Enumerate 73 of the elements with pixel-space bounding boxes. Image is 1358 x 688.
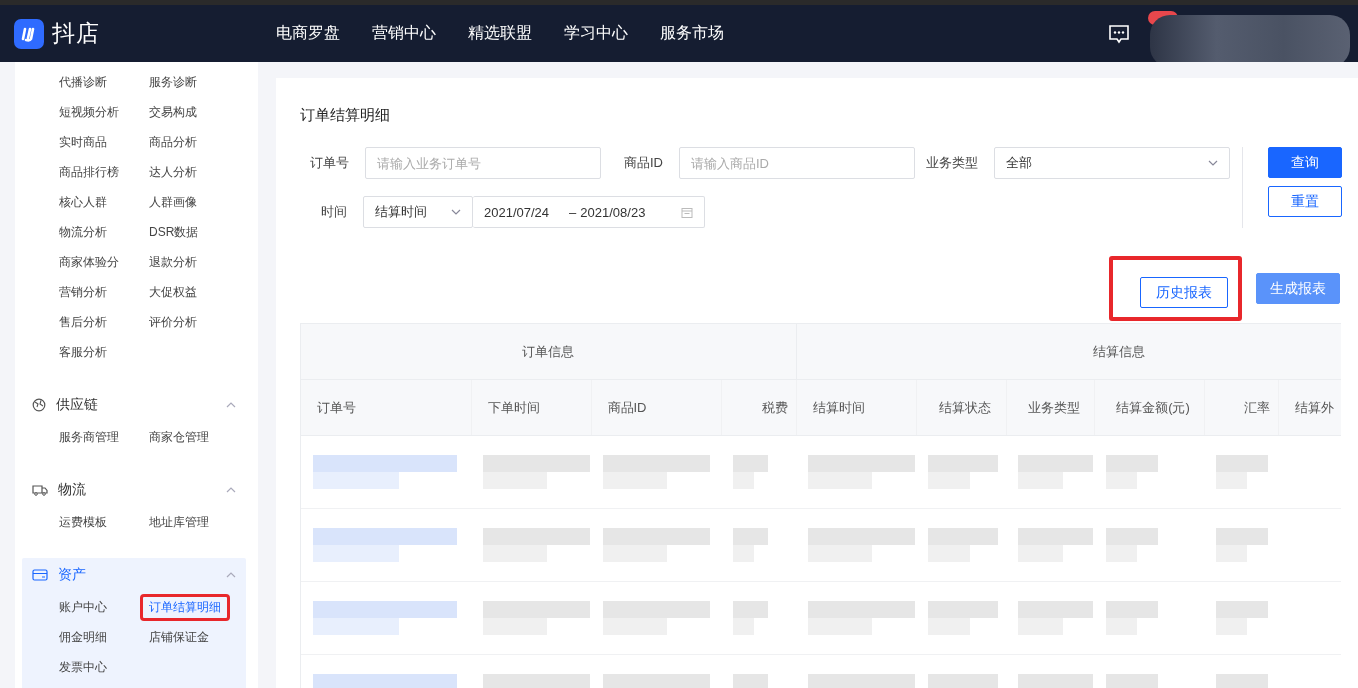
menu-item[interactable]: 订单结算明细 (140, 593, 230, 621)
menu-item[interactable]: 客服分析 (50, 338, 116, 366)
card-icon (32, 569, 48, 581)
column-header: 税费 (721, 379, 796, 436)
nav-link[interactable]: 服务市场 (660, 23, 724, 44)
menu-item[interactable]: 评价分析 (140, 308, 206, 336)
action-button[interactable]: 查询 (1268, 147, 1342, 178)
nav-link[interactable]: 学习中心 (564, 23, 628, 44)
menu-item[interactable]: 实时商品 (50, 128, 116, 156)
menu-item[interactable]: 售后分析 (50, 308, 116, 336)
field-label: 时间 (320, 203, 348, 221)
menu-group-title[interactable]: 资产 (58, 566, 86, 584)
chevron-up-icon[interactable] (226, 572, 236, 578)
column-header: 结算时间 (796, 379, 916, 436)
column-header: 汇率 (1204, 379, 1278, 436)
menu-item[interactable]: 交易构成 (140, 98, 206, 126)
column-group-header: 结算信息 (796, 324, 1341, 380)
page-title: 订单结算明细 (300, 106, 391, 125)
menu-item[interactable]: 退款分析 (140, 248, 206, 276)
menu-item[interactable]: 店铺保证金 (140, 623, 218, 651)
menu-item[interactable]: 营销分析 (50, 278, 116, 306)
chevron-down-icon[interactable] (451, 209, 461, 215)
nav-link[interactable]: 营销中心 (372, 23, 436, 44)
column-header: 业务类型 (1006, 379, 1094, 436)
select-field[interactable]: 全部 (994, 147, 1230, 179)
column-header: 结算状态 (916, 379, 1006, 436)
menu-item[interactable]: 代播诊断 (50, 68, 116, 96)
menu-item[interactable]: 核心人群 (50, 188, 116, 216)
menu-item[interactable]: 商家体验分 (50, 248, 128, 276)
select-field[interactable]: 结算时间 (363, 196, 473, 228)
field-label: 订单号 (309, 154, 350, 172)
menu-item[interactable]: 账户中心 (50, 593, 116, 621)
menu-group-title[interactable]: 物流 (58, 481, 86, 499)
input-field[interactable]: 请输入业务订单号 (365, 147, 601, 179)
chevron-down-icon[interactable] (1208, 160, 1218, 166)
menu-item[interactable]: 商家仓管理 (140, 423, 218, 451)
calendar-icon[interactable] (681, 206, 693, 218)
menu-item[interactable]: 短视频分析 (50, 98, 128, 126)
menu-item[interactable]: 商品排行榜 (50, 158, 128, 186)
field-label: 业务类型 (925, 154, 979, 172)
menu-item[interactable]: 达人分析 (140, 158, 206, 186)
column-header: 订单号 (301, 379, 471, 436)
outline-button[interactable]: 重置 (1268, 186, 1342, 217)
logo-icon[interactable] (14, 18, 44, 49)
menu-item[interactable]: 佣金明细 (50, 623, 116, 651)
menu-item[interactable]: 人群画像 (140, 188, 206, 216)
menu-item[interactable]: 服务诊断 (140, 68, 206, 96)
input-field[interactable]: 请输入商品ID (679, 147, 915, 179)
menu-item[interactable]: 大促权益 (140, 278, 206, 306)
date-range-field[interactable]: 2021/07/24 – 2021/08/23 (473, 196, 705, 228)
column-header: 下单时间 (471, 379, 591, 436)
menu-item[interactable]: 物流分析 (50, 218, 116, 246)
menu-item[interactable]: 发票中心 (50, 653, 116, 681)
column-header: 结算外 (1278, 379, 1341, 436)
outline-button[interactable]: 历史报表 (1140, 277, 1228, 308)
field-label: 商品ID (623, 154, 664, 172)
chevron-up-icon[interactable] (226, 402, 236, 408)
menu-item[interactable]: DSR数据 (140, 218, 208, 246)
globe-icon (32, 398, 46, 412)
menu-item[interactable]: 运费模板 (50, 508, 116, 536)
column-header: 商品ID (591, 379, 721, 436)
truck-icon (32, 484, 48, 496)
brand-name[interactable]: 抖店 (52, 18, 100, 49)
message-icon[interactable] (1108, 23, 1130, 44)
nav-link[interactable]: 精选联盟 (468, 23, 532, 44)
menu-item[interactable]: 商品分析 (140, 128, 206, 156)
column-group-header: 订单信息 (301, 324, 796, 380)
menu-item[interactable]: 服务商管理 (50, 423, 128, 451)
menu-group-title[interactable]: 供应链 (56, 396, 98, 414)
column-header: 结算金额(元) (1094, 379, 1204, 436)
menu-item[interactable]: 地址库管理 (140, 508, 218, 536)
chevron-up-icon[interactable] (226, 487, 236, 493)
nav-link[interactable]: 电商罗盘 (276, 23, 340, 44)
